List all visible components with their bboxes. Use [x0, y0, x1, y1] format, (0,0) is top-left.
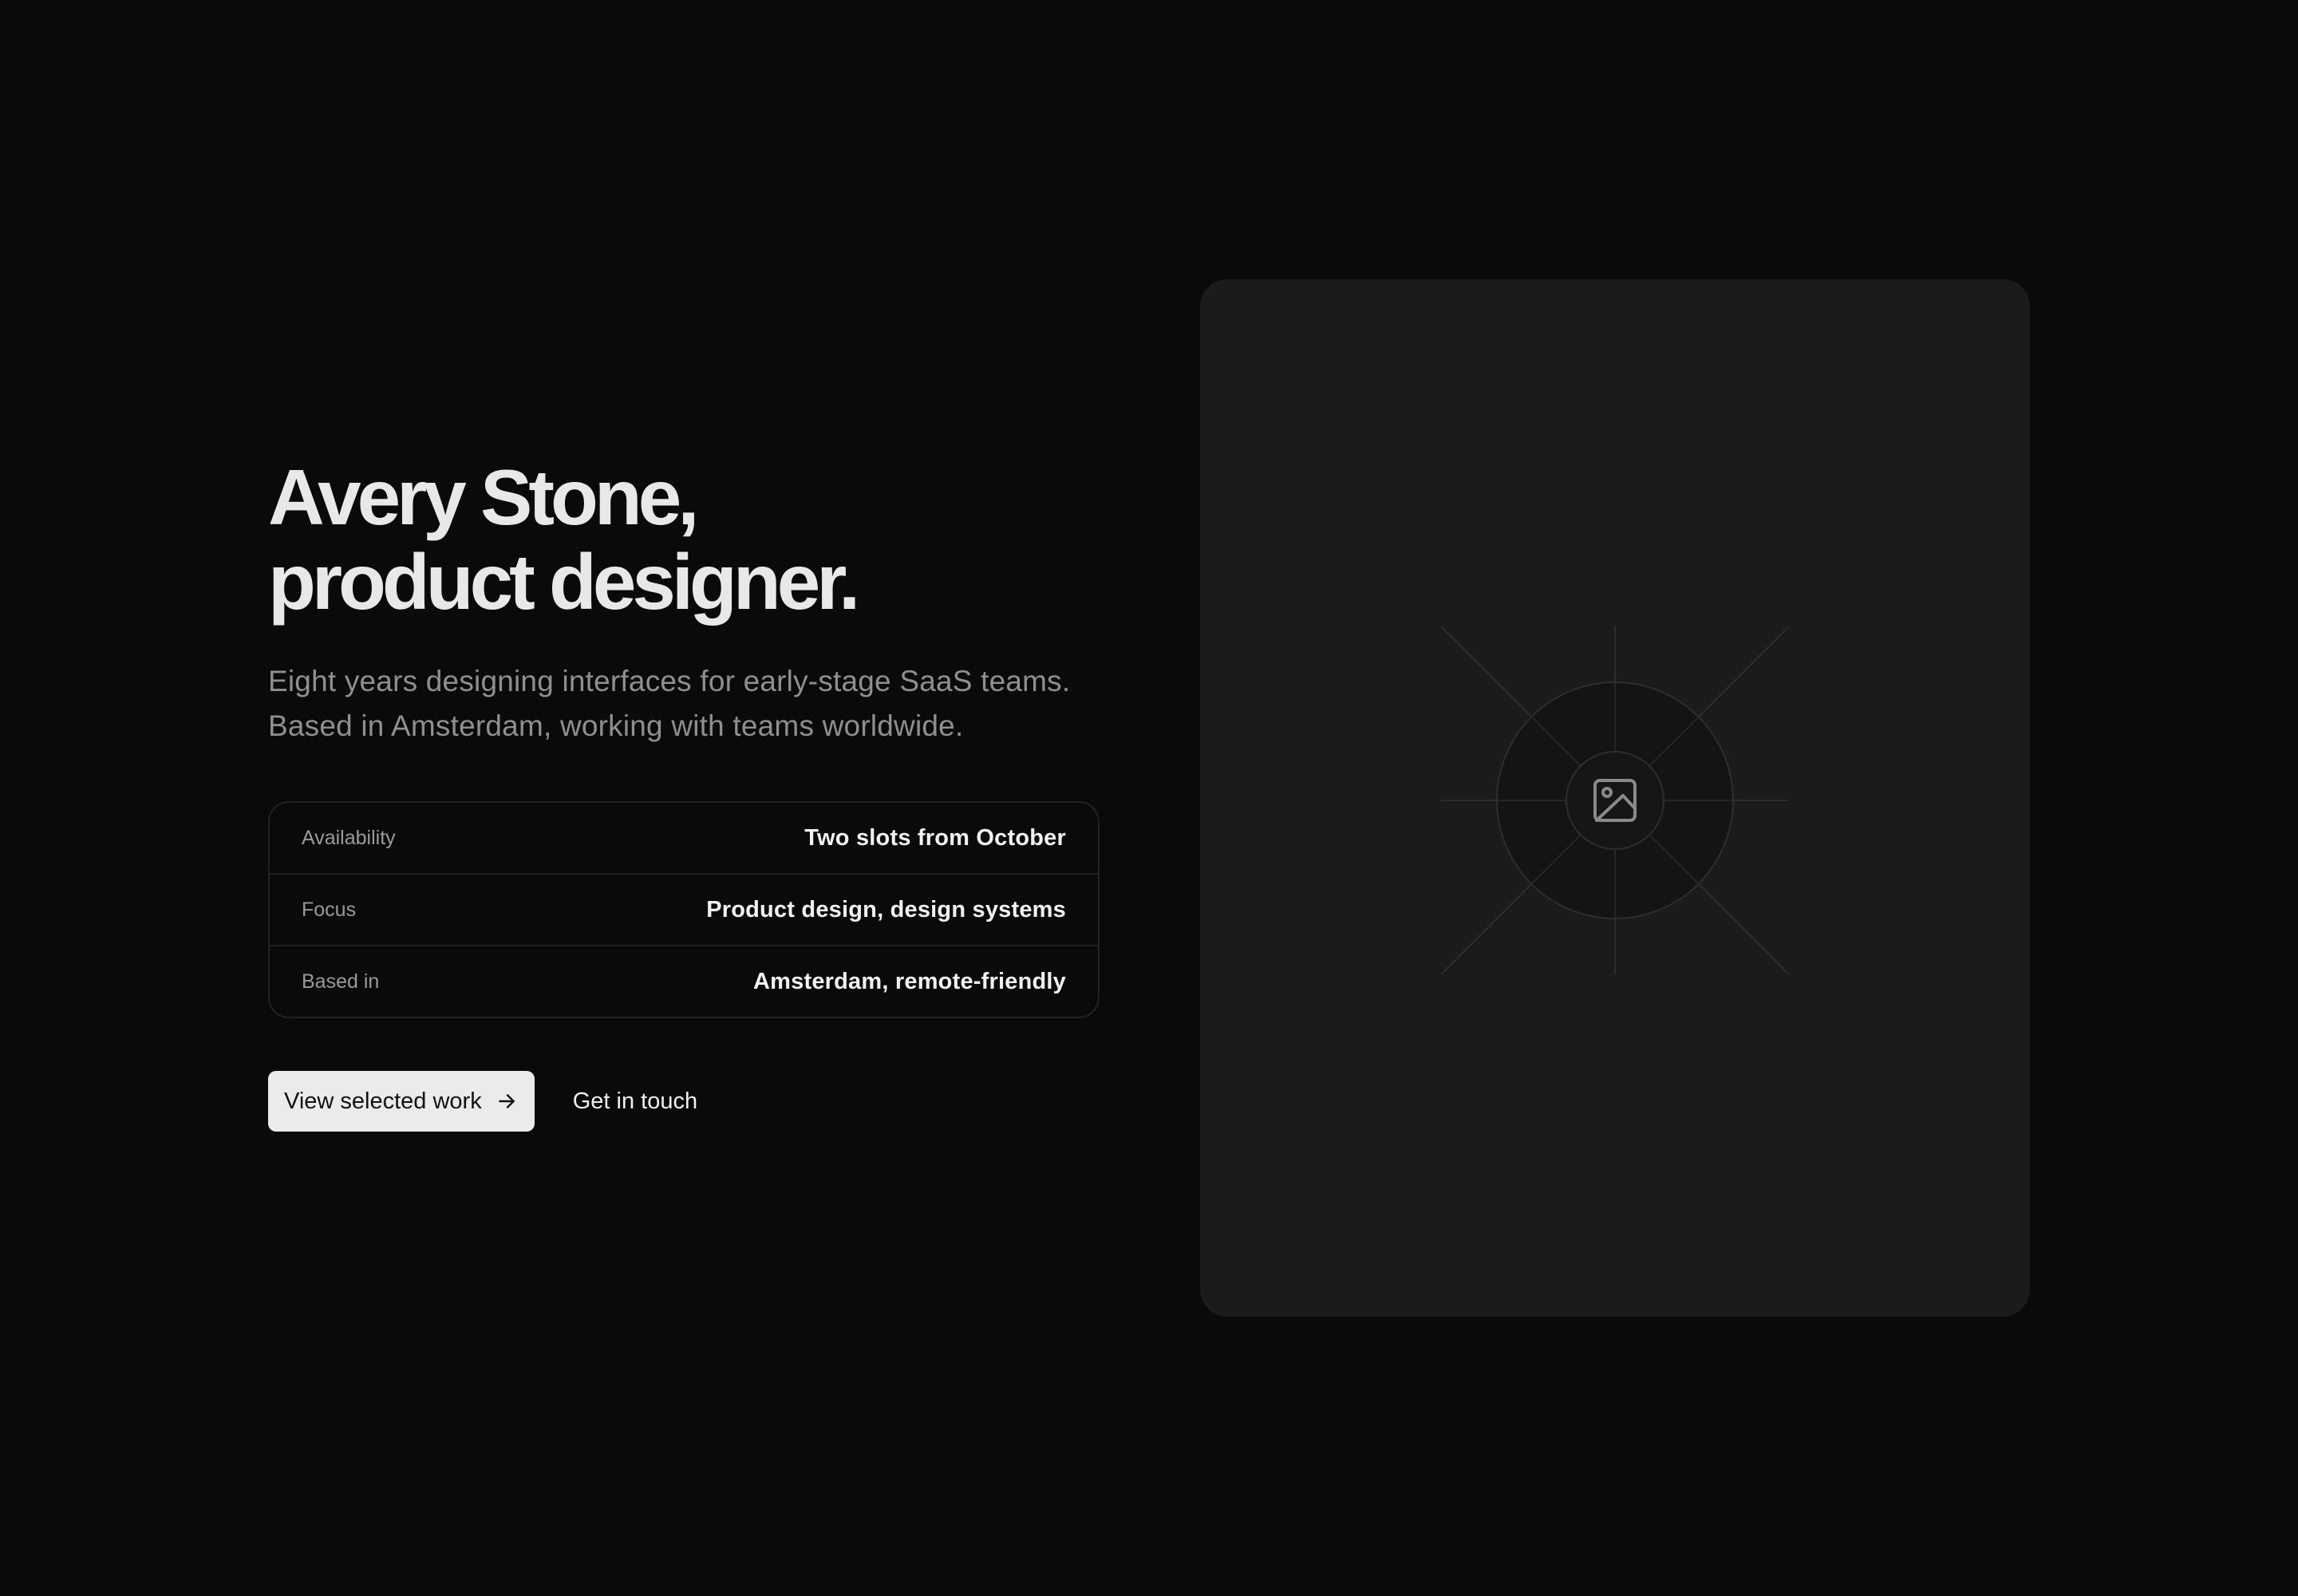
info-card: Availability Two slots from October Focu… [268, 801, 1100, 1018]
hero-actions: View selected work Get in touch [268, 1071, 1098, 1132]
info-row-based-in: Based in Amsterdam, remote-friendly [270, 946, 1098, 1017]
info-row-focus: Focus Product design, design systems [270, 875, 1098, 946]
hero-section: Avery Stone, product designer. Eight yea… [268, 455, 1100, 1132]
info-value: Product design, design systems [706, 896, 1066, 922]
intro-line-location: Based in Amsterdam, working with teams w… [268, 709, 964, 742]
intro-line-experience: Eight years designing interfaces for ear… [268, 665, 1071, 697]
image-placeholder-art [1441, 626, 1789, 974]
page-title: Avery Stone, product designer. [268, 455, 1098, 624]
view-selected-work-label: View selected work [284, 1088, 482, 1114]
view-selected-work-button[interactable]: View selected work [268, 1071, 535, 1132]
info-value: Two slots from October [804, 824, 1066, 851]
info-value: Amsterdam, remote-friendly [753, 968, 1066, 994]
info-label: Focus [302, 898, 357, 921]
title-line-role: product designer. [268, 538, 860, 626]
info-label: Based in [302, 970, 380, 993]
page: Avery Stone, product designer. Eight yea… [0, 0, 2298, 1596]
get-in-touch-button[interactable]: Get in touch [573, 1088, 697, 1115]
intro-text: Eight years designing interfaces for ear… [268, 659, 1098, 749]
arrow-right-icon [498, 1094, 515, 1108]
portrait-image-placeholder [1200, 279, 2030, 1317]
info-label: Availability [302, 826, 396, 849]
title-line-name: Avery Stone, [268, 453, 699, 541]
info-row-availability: Availability Two slots from October [270, 803, 1098, 875]
